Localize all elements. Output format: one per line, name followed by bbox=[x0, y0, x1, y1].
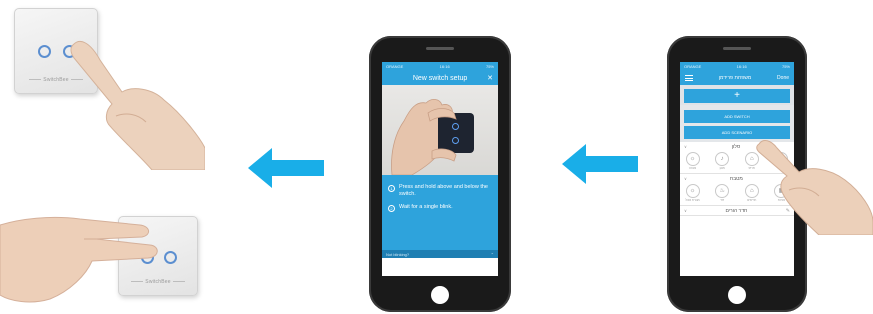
switch-plate-image bbox=[438, 113, 474, 153]
phone-speaker bbox=[723, 47, 751, 50]
device-label: מזגן bbox=[719, 166, 725, 170]
two-finger-hand-icon bbox=[0, 216, 158, 303]
device-icon: ♨ bbox=[715, 184, 730, 198]
device-label: דוד bbox=[720, 198, 725, 202]
phone-setup: ORANGE 16:16 75% New switch setup ✕ 1 Pr… bbox=[369, 36, 511, 312]
left-arrow-icon bbox=[562, 144, 638, 184]
device-icon: ♪ bbox=[715, 152, 730, 166]
step-text: Press and hold above and below the switc… bbox=[399, 184, 488, 197]
close-icon[interactable]: ✕ bbox=[487, 74, 493, 82]
device-tile[interactable]: ☼ מנורת אוכל bbox=[684, 184, 701, 203]
not-blinking-label: Not blinking? bbox=[386, 251, 410, 257]
carrier-label: ORANGE bbox=[684, 64, 702, 69]
device-icon: ☼ bbox=[685, 152, 700, 166]
add-button[interactable]: + bbox=[684, 89, 790, 103]
left-arrow-icon bbox=[248, 148, 324, 188]
clock-label: 16:16 bbox=[439, 64, 450, 69]
home-button[interactable] bbox=[728, 286, 746, 304]
battery-label: 75% bbox=[781, 64, 790, 69]
add-switch-menu-item[interactable]: ADD SWITCH bbox=[684, 110, 790, 123]
device-tile[interactable]: ♪ מזגן bbox=[714, 152, 731, 171]
carrier-label: ORANGE bbox=[386, 64, 404, 69]
pointing-hand-icon bbox=[70, 40, 205, 170]
status-bar: ORANGE 16:16 75% bbox=[382, 62, 498, 71]
device-tile[interactable]: ☼ מנורה bbox=[684, 152, 701, 171]
battery-label: 75% bbox=[485, 64, 494, 69]
room-name: חדר הורים bbox=[725, 207, 748, 214]
status-bar: ORANGE 16:16 75% bbox=[680, 62, 794, 71]
setup-header: New switch setup ✕ bbox=[382, 71, 498, 85]
device-icon: ☼ bbox=[685, 184, 700, 198]
device-label: מנורת אוכל bbox=[685, 198, 700, 202]
setup-screen: ORANGE 16:16 75% New switch setup ✕ 1 Pr… bbox=[382, 62, 498, 276]
not-blinking-link[interactable]: Not blinking? ⌃ bbox=[382, 250, 498, 258]
add-area: + bbox=[680, 85, 794, 105]
device-label: מנורה bbox=[688, 166, 697, 170]
chevron-up-icon: ⌃ bbox=[490, 251, 494, 257]
page-title: New switch setup bbox=[412, 74, 468, 82]
step-number: 1 bbox=[388, 185, 395, 192]
device-tile[interactable]: ♨ דוד bbox=[714, 184, 731, 203]
room-name: סלון bbox=[731, 143, 741, 150]
chevron-down-icon: ∨ bbox=[684, 176, 687, 181]
step-text: Wait for a single blink. bbox=[399, 204, 453, 210]
step-item: 2 Wait for a single blink. bbox=[388, 204, 492, 212]
home-name-title: משפחת פרידמן bbox=[718, 75, 752, 81]
home-button[interactable] bbox=[431, 286, 449, 304]
chevron-down-icon: ∨ bbox=[684, 144, 687, 149]
clock-label: 16:16 bbox=[736, 64, 747, 69]
phone-speaker bbox=[426, 47, 454, 50]
instruction-steps: 1 Press and hold above and below the swi… bbox=[382, 175, 498, 250]
step-item: 1 Press and hold above and below the swi… bbox=[388, 184, 492, 198]
hamburger-menu-icon[interactable] bbox=[685, 74, 693, 83]
tapping-hand-icon bbox=[756, 140, 873, 235]
rooms-header: משפחת פרידמן Done bbox=[680, 71, 794, 85]
done-button[interactable]: Done bbox=[777, 75, 789, 81]
switch-button-ring-icon bbox=[164, 251, 177, 264]
room-name: מטבח bbox=[729, 175, 743, 182]
instruction-photo bbox=[382, 85, 498, 175]
step-number: 2 bbox=[388, 205, 395, 212]
switch-button-ring-icon bbox=[38, 45, 51, 58]
chevron-down-icon: ∨ bbox=[684, 208, 687, 213]
